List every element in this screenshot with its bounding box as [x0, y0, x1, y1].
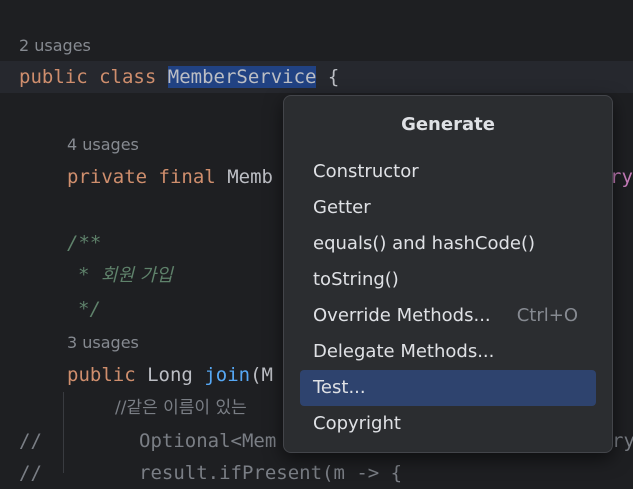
menu-item-label: Copyright	[313, 413, 401, 434]
usages-hint-field[interactable]: 4 usages	[67, 135, 139, 155]
menu-item-label: equals() and hashCode()	[313, 233, 536, 254]
code-line-result[interactable]: result.ifPresent(m -> {	[139, 457, 402, 489]
method-args: (M	[250, 364, 273, 386]
doc-star: *	[78, 264, 90, 286]
keyword-public-join: public	[67, 364, 136, 386]
usages-hint-join[interactable]: 3 usages	[67, 333, 139, 353]
menu-item-constructor[interactable]: Constructor	[300, 154, 596, 190]
usages-hint-class[interactable]: 2 usages	[19, 36, 91, 56]
optional-tail: ry	[612, 430, 633, 452]
field-name-tail: ry	[610, 166, 633, 188]
comment-korean: //같은 이름이 있는	[115, 398, 247, 418]
doc-comment-open: /**	[67, 232, 102, 254]
menu-item-equals-hashcode[interactable]: equals() and hashCode()	[300, 226, 596, 262]
comment-marker-1: //	[19, 430, 42, 452]
class-name-selected[interactable]: MemberService	[167, 66, 317, 88]
method-name-join: join	[204, 364, 251, 386]
code-line-optional[interactable]: Optional<Mem	[139, 425, 276, 457]
menu-item-label: Test...	[313, 377, 366, 398]
doc-comment-text: 회원 가입	[100, 265, 173, 286]
keyword-final: final	[158, 166, 216, 188]
return-type: Long	[147, 364, 193, 386]
keyword-private: private	[67, 166, 148, 188]
menu-item-getter[interactable]: Getter	[300, 190, 596, 226]
code-line-class-declaration[interactable]: public class MemberService {	[19, 61, 339, 93]
doc-comment-line: * 회원 가입	[67, 259, 173, 292]
keyword-class: class	[99, 66, 157, 88]
keyword-public: public	[19, 66, 88, 88]
menu-item-label: Override Methods...	[313, 305, 491, 326]
menu-item-shortcut: Ctrl+O	[516, 305, 578, 326]
menu-item-copyright[interactable]: Copyright	[300, 406, 596, 442]
menu-item-override-methods[interactable]: Override Methods... Ctrl+O	[300, 298, 596, 334]
menu-item-label: toString()	[313, 269, 399, 290]
menu-item-label: Constructor	[313, 161, 419, 182]
brace-open: {	[327, 66, 340, 88]
code-line-join[interactable]: public Long join(M	[67, 359, 273, 391]
menu-item-delegate-methods[interactable]: Delegate Methods...	[300, 334, 596, 370]
menu-item-label: Delegate Methods...	[313, 341, 495, 362]
indent-guide	[63, 392, 64, 473]
menu-item-label: Getter	[313, 197, 371, 218]
generate-popup[interactable]: Generate Constructor Getter equals() and…	[283, 95, 613, 453]
menu-item-tostring[interactable]: toString()	[300, 262, 596, 298]
code-line-field[interactable]: private final Memb	[67, 161, 273, 193]
field-type: Memb	[227, 166, 273, 188]
comment-marker-2: //	[19, 462, 42, 484]
popup-title: Generate	[401, 114, 495, 135]
code-line-comment-korean[interactable]: //같은 이름이 있는	[115, 391, 247, 424]
doc-comment-close: */	[78, 298, 101, 320]
menu-item-test[interactable]: Test...	[300, 370, 596, 406]
